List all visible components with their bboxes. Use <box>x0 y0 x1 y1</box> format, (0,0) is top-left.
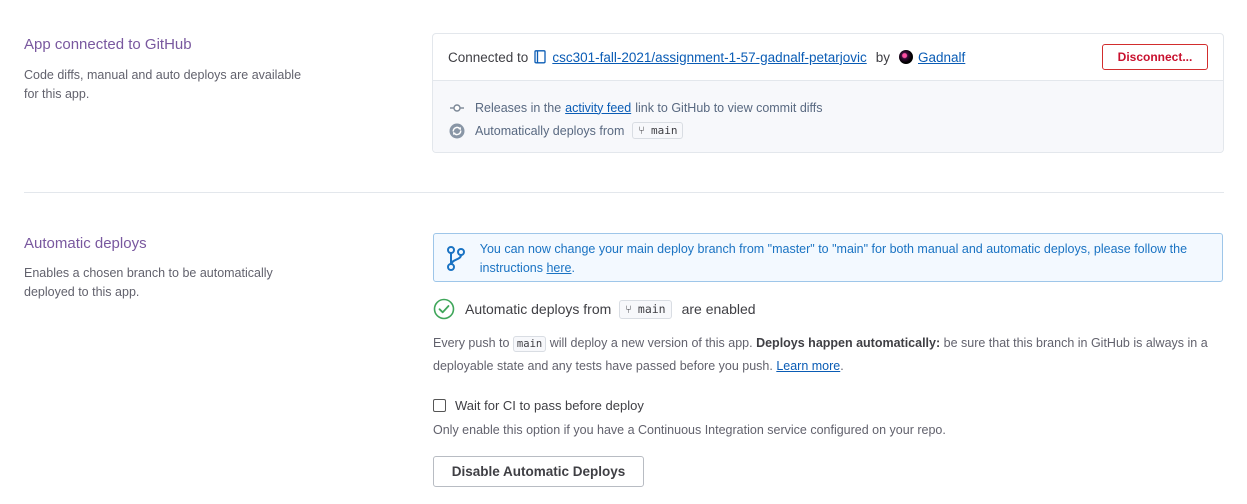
branch-icon: ⑂ <box>638 124 645 137</box>
enabled-prefix: Automatic deploys from <box>465 301 612 317</box>
repo-link[interactable]: csc301-fall-2021/assignment-1-57-gadnalf… <box>552 50 866 65</box>
banner-message: You can now change your main deploy bran… <box>479 242 1188 275</box>
avatar <box>899 50 913 64</box>
sync-icon <box>449 123 465 139</box>
wait-for-ci-label[interactable]: Wait for CI to pass before deploy <box>455 398 644 413</box>
activity-feed-link[interactable]: activity feed <box>565 101 631 115</box>
owner-link[interactable]: Gadnalf <box>918 50 965 65</box>
push-branch-chip: main <box>512 336 547 352</box>
disable-automatic-deploys-button[interactable]: Disable Automatic Deploys <box>433 456 644 487</box>
releases-text-before: Releases in the <box>475 100 562 115</box>
auto-section-title: Automatic deploys <box>24 235 147 252</box>
push-middle: will deploy a new version of this app. <box>549 336 753 350</box>
branch-name: main <box>650 124 678 137</box>
learn-more-period: . <box>840 359 844 373</box>
push-bold: Deploys happen automatically: <box>756 336 941 350</box>
wait-for-ci-option[interactable]: Wait for CI to pass before deploy <box>433 398 644 413</box>
section-divider <box>24 192 1224 193</box>
enabled-branch-name: main <box>637 302 666 316</box>
auto-deploys-enabled-status: Automatic deploys from ⑂ main are enable… <box>433 298 756 320</box>
github-connection-panel: Connected to csc301-fall-2021/assignment… <box>432 33 1224 153</box>
enabled-branch-chip: ⑂ main <box>619 299 672 319</box>
branch-icon <box>446 240 468 281</box>
push-prefix: Every push to <box>433 336 510 350</box>
releases-line: Releases in the activity feed link to Gi… <box>449 96 1207 119</box>
banner-text: You can now change your main deploy bran… <box>480 240 1210 281</box>
releases-text-after: link to GitHub to view commit diffs <box>635 100 823 115</box>
github-connection-header: Connected to csc301-fall-2021/assignment… <box>433 34 1223 81</box>
banner-instructions-link[interactable]: here <box>546 261 571 275</box>
auto-deploys-from-label: Automatically deploys from <box>475 123 625 138</box>
learn-more-link[interactable]: Learn more <box>776 359 840 373</box>
github-connection-details: Releases in the activity feed link to Gi… <box>433 81 1223 152</box>
auto-section-description: Enables a chosen branch to be automatica… <box>24 266 273 299</box>
main-branch-info-banner: You can now change your main deploy bran… <box>433 233 1223 282</box>
branch-chip: ⑂ main <box>632 122 684 139</box>
github-section-title: App connected to GitHub <box>24 36 192 53</box>
check-circle-icon <box>433 298 455 320</box>
branch-icon: ⑂ <box>625 302 632 316</box>
disconnect-button[interactable]: Disconnect... <box>1102 44 1208 70</box>
by-label: by <box>875 49 890 65</box>
github-section-description: Code diffs, manual and auto deploys are … <box>24 68 302 101</box>
repo-icon <box>534 50 546 64</box>
wait-for-ci-checkbox[interactable] <box>433 399 446 412</box>
ci-note: Only enable this option if you have a Co… <box>433 423 946 437</box>
enabled-suffix: are enabled <box>681 301 756 317</box>
banner-period: . <box>571 261 575 275</box>
connected-to-label: Connected to <box>448 49 529 65</box>
push-explanation: Every push to main will deploy a new ver… <box>433 332 1223 377</box>
auto-deploys-line: Automatically deploys from ⑂ main <box>449 119 1207 142</box>
commit-icon <box>449 100 465 116</box>
